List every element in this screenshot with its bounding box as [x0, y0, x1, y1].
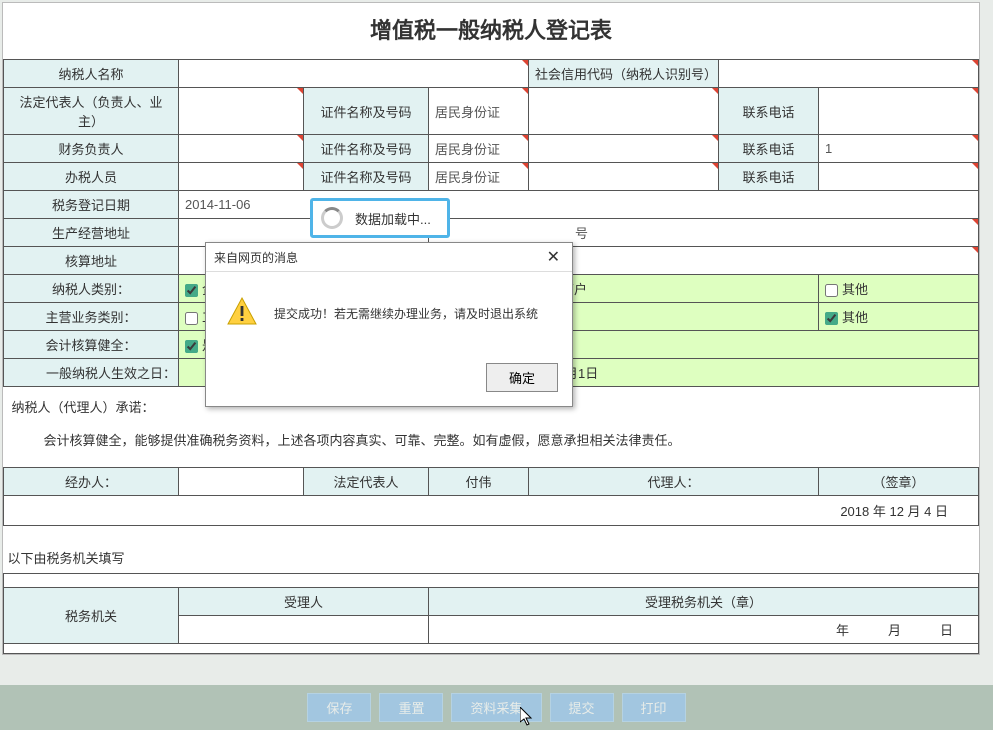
page-title: 增值税一般纳税人登记表 [3, 3, 979, 59]
label-legal-rep2: 法定代表人 [304, 468, 429, 496]
label-main-biz: 主营业务类别： [4, 303, 179, 331]
val-phone3[interactable] [819, 163, 979, 191]
label-phone2: 联系电话 [719, 135, 819, 163]
opt-taxpayer-type-3[interactable]: 其他 [819, 275, 979, 303]
val-taxpayer-name[interactable] [179, 60, 529, 88]
label-agent: 代理人： [529, 468, 819, 496]
label-handler: 经办人： [4, 468, 179, 496]
val-social-code[interactable] [719, 60, 979, 88]
opt-main-biz-3[interactable]: 其他 [819, 303, 979, 331]
spinner-icon [321, 207, 343, 229]
label-effective: 一般纳税人生效之日： [4, 359, 179, 387]
warning-icon [226, 296, 258, 331]
label-cert2: 证件名称及号码 [304, 135, 429, 163]
label-taxpayer-type: 纳税人类别： [4, 275, 179, 303]
val-cert1-type[interactable]: 居民身份证 [429, 88, 529, 135]
action-bar: 保存 重置 资料采集 提交 打印 [0, 685, 993, 730]
ymd: 年 月 日 [429, 615, 979, 643]
label-social-code: 社会信用代码（纳税人识别号） [529, 60, 719, 88]
loading-box: 数据加载中... [310, 198, 450, 238]
sign-date: 2018 年 12 月 4 日 [4, 496, 979, 526]
val-cert2-no[interactable] [529, 135, 719, 163]
val-phone2[interactable]: 1 [819, 135, 979, 163]
label-tax-staff: 办税人员 [4, 163, 179, 191]
label-biz-addr: 生产经营地址 [4, 219, 179, 247]
val-finance-head[interactable] [179, 135, 304, 163]
close-icon[interactable]: ✕ [543, 247, 564, 267]
label-tax-org: 税务机关 [4, 587, 179, 643]
dialog-title: 来自网页的消息 [214, 249, 298, 266]
label-acct-addr: 核算地址 [4, 247, 179, 275]
save-button[interactable]: 保存 [307, 693, 371, 722]
label-finance-head: 财务负责人 [4, 135, 179, 163]
submit-button[interactable]: 提交 [550, 693, 614, 722]
collect-button[interactable]: 资料采集 [451, 693, 541, 722]
val-cert3-type[interactable]: 居民身份证 [429, 163, 529, 191]
val-reg-date: 2014-11-06 [179, 191, 979, 219]
val-cert3-no[interactable] [529, 163, 719, 191]
val-legal-rep[interactable] [179, 88, 304, 135]
message-dialog: 来自网页的消息 ✕ 提交成功！若无需继续办理业务，请及时退出系统 确定 [205, 242, 573, 407]
label-cert3: 证件名称及号码 [304, 163, 429, 191]
promise-body: 会计核算健全，能够提供准确税务资料，上述各项内容真实、可靠、完整。如有虚假，愿意… [4, 420, 979, 468]
val-fuwei: 付伟 [429, 468, 529, 496]
below-tax-heading: 以下由税务机关填写 [4, 542, 979, 574]
print-button[interactable]: 打印 [622, 693, 686, 722]
label-reg-date: 税务登记日期 [4, 191, 179, 219]
val-phone1[interactable] [819, 88, 979, 135]
val-cert2-type[interactable]: 居民身份证 [429, 135, 529, 163]
loading-text: 数据加载中... [355, 209, 431, 228]
val-cert1-no[interactable] [529, 88, 719, 135]
label-legal-rep: 法定代表人（负责人、业主） [4, 88, 179, 135]
label-accept-org: 受理税务机关（章） [429, 587, 979, 615]
label-stamp: （签章） [819, 468, 979, 496]
label-phone3: 联系电话 [719, 163, 819, 191]
label-cert1: 证件名称及号码 [304, 88, 429, 135]
val-tax-staff[interactable] [179, 163, 304, 191]
reset-button[interactable]: 重置 [379, 693, 443, 722]
label-acct-sound: 会计核算健全： [4, 331, 179, 359]
label-acceptor: 受理人 [179, 587, 429, 615]
label-phone1: 联系电话 [719, 88, 819, 135]
ok-button[interactable]: 确定 [486, 363, 558, 392]
label-taxpayer-name: 纳税人名称 [4, 60, 179, 88]
dialog-message: 提交成功！若无需继续办理业务，请及时退出系统 [274, 305, 538, 322]
